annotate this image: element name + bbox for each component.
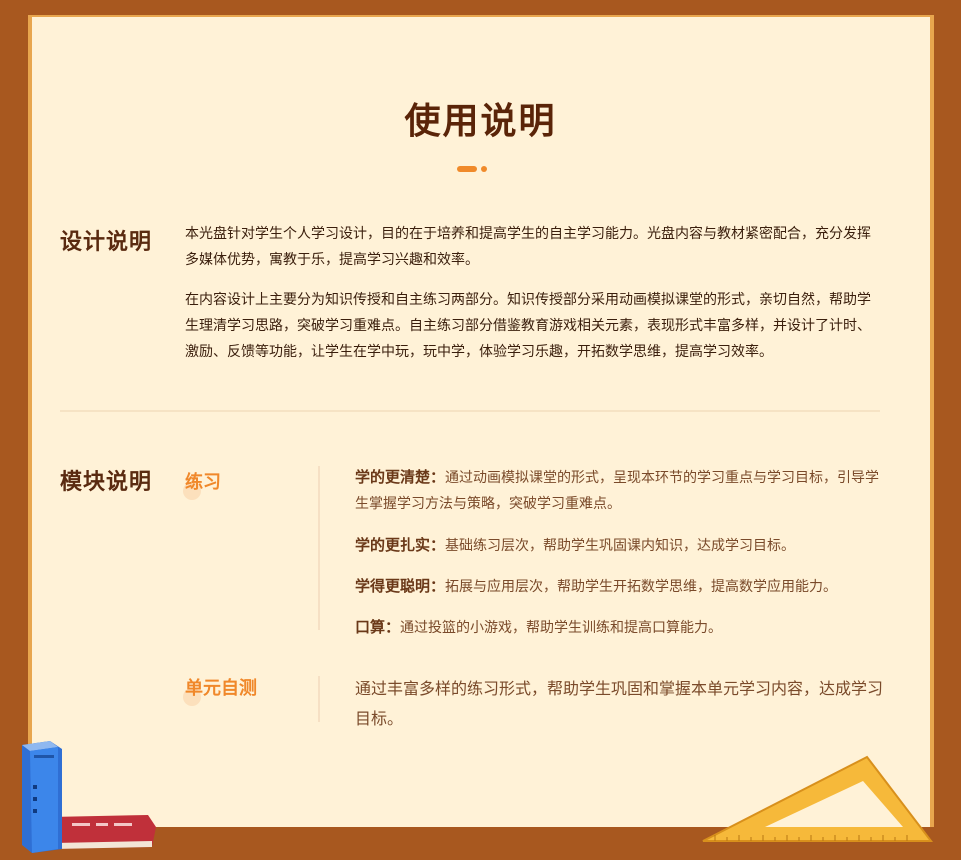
- practice-item-2: 学的更扎实：基础练习层次，帮助学生巩固课内知识，达成学习目标。: [355, 532, 885, 559]
- design-paragraph-2: 在内容设计上主要分为知识传授和自主练习两部分。知识传授部分采用动画模拟课堂的形式…: [185, 292, 871, 360]
- practice-item-3: 学得更聪明：拓展与应用层次，帮助学生开拓数学思维，提高数学应用能力。: [355, 573, 885, 600]
- practice-item-term: 口算：: [355, 618, 401, 636]
- module-section-label: 模块说明: [60, 470, 153, 495]
- practice-item-term: 学的更扎实：: [355, 536, 446, 554]
- design-section-label: 设计说明: [60, 230, 153, 255]
- practice-item-desc: 基础练习层次，帮助学生巩固课内知识，达成学习目标。: [445, 538, 796, 554]
- practice-item-desc: 拓展与应用层次，帮助学生开拓数学思维，提高数学应用能力。: [445, 579, 838, 595]
- page-title: 使用说明: [404, 101, 557, 142]
- practice-item-desc: 通过投篮的小游戏，帮助学生训练和提高口算能力。: [400, 620, 723, 636]
- books-icon: [22, 741, 156, 853]
- practice-item-term: 学得更聪明：: [355, 577, 446, 595]
- practice-label: 练习: [185, 472, 221, 493]
- unit-test-divider-line: [318, 676, 320, 722]
- design-paragraph-1: 本光盘针对学生个人学习设计，目的在于培养和提高学生的自主学习能力。光盘内容与教材…: [185, 226, 871, 268]
- unit-test-label: 单元自测: [185, 678, 257, 699]
- section-divider: [60, 410, 880, 412]
- practice-divider-line: [318, 466, 320, 630]
- practice-item-term: 学的更清楚：: [355, 468, 446, 486]
- practice-item-1: 学的更清楚：通过动画模拟课堂的形式，呈现本环节的学习重点与学习目标，引导学生掌握…: [355, 464, 885, 517]
- title-underline: [457, 166, 477, 172]
- practice-item-4: 口算：通过投篮的小游戏，帮助学生训练和提高口算能力。: [355, 614, 885, 641]
- unit-test-desc: 通过丰富多样的练习形式，帮助学生巩固和掌握本单元学习内容，达成学习目标。: [355, 679, 884, 728]
- title-dot: [481, 166, 487, 172]
- triangle-ruler-icon: [702, 755, 934, 842]
